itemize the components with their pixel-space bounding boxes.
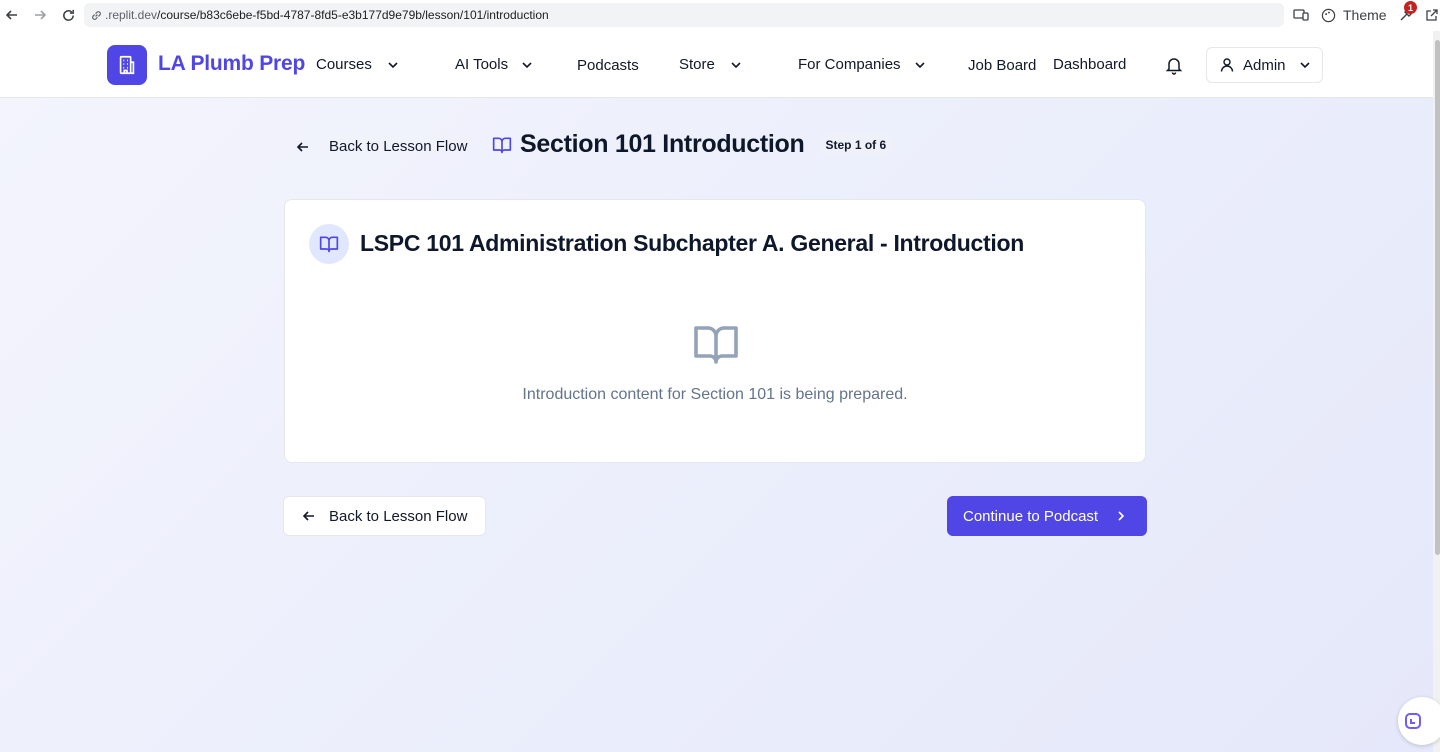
nav-job-board-label: Job Board xyxy=(968,57,1037,74)
bell-icon[interactable] xyxy=(1164,55,1184,75)
arrow-left-icon xyxy=(302,511,314,521)
nav-dashboard[interactable]: Dashboard xyxy=(1053,56,1126,73)
nav-store[interactable]: Store xyxy=(679,56,743,73)
chevron-down-icon xyxy=(388,61,398,68)
back-button-label: Back to Lesson Flow xyxy=(329,507,468,525)
nav-courses[interactable]: Courses xyxy=(316,56,400,73)
user-icon xyxy=(1220,58,1234,72)
link-icon xyxy=(92,10,101,20)
page-title: Section 101 Introduction xyxy=(520,130,805,158)
nav-ai-tools[interactable]: AI Tools xyxy=(455,56,534,73)
app-header: LA Plumb Prep Courses AI Tools Podcasts … xyxy=(0,31,1436,98)
back-to-lesson-flow-label: Back to Lesson Flow xyxy=(329,138,468,155)
arrow-left-icon xyxy=(296,141,308,152)
back-to-lesson-flow-link[interactable]: Back to Lesson Flow xyxy=(295,138,467,155)
notification-badge: 1 xyxy=(1404,1,1417,14)
nav-dashboard-label: Dashboard xyxy=(1053,56,1127,73)
book-open-icon xyxy=(309,224,349,264)
continue-button-label: Continue to Podcast xyxy=(963,507,1099,525)
chevron-down-icon xyxy=(914,61,925,68)
cast-icon[interactable] xyxy=(1292,6,1310,24)
continue-to-podcast-button[interactable]: Continue to Podcast xyxy=(947,496,1147,536)
nav-courses-label: Courses xyxy=(316,56,372,73)
nav-store-label: Store xyxy=(679,56,715,73)
empty-state-message: Introduction content for Section 101 is … xyxy=(522,386,908,403)
theme-label[interactable]: Theme xyxy=(1343,7,1387,23)
nav-podcasts-label: Podcasts xyxy=(577,57,639,74)
url-path: /course/b83c6ebe-f5bd-4787-8fd5-e3b177d9… xyxy=(157,8,549,22)
nav-ai-tools-label: AI Tools xyxy=(455,56,509,73)
chevron-down-icon xyxy=(731,61,741,68)
nav-for-companies[interactable]: For Companies xyxy=(798,56,927,73)
page-heading: Section 101 Introduction Step 1 of 6 xyxy=(492,130,896,159)
browser-toolbar: .replit.dev/course/b83c6ebe-f5bd-4787-8f… xyxy=(0,0,1440,31)
lesson-title: LSPC 101 Administration Subchapter A. Ge… xyxy=(360,230,1024,256)
back-arrow-icon[interactable] xyxy=(3,6,21,24)
user-menu-label: Admin xyxy=(1243,56,1286,74)
assistant-launcher-button[interactable] xyxy=(1398,697,1440,745)
external-link-icon[interactable] xyxy=(1423,6,1440,24)
step-badge: Step 1 of 6 xyxy=(816,133,896,156)
reload-icon[interactable] xyxy=(59,6,77,24)
address-bar[interactable]: .replit.dev/course/b83c6ebe-f5bd-4787-8f… xyxy=(84,3,1284,27)
palette-icon[interactable] xyxy=(1319,6,1337,24)
nav-job-board[interactable]: Job Board xyxy=(968,57,1036,74)
brand-name[interactable]: LA Plumb Prep xyxy=(158,52,305,76)
chevron-down-icon xyxy=(522,61,532,68)
user-menu-button[interactable]: Admin xyxy=(1206,47,1323,83)
url-host: .replit.dev xyxy=(105,8,158,22)
chevron-down-icon xyxy=(1299,62,1310,69)
chevron-right-icon xyxy=(1118,511,1125,521)
lesson-card: LSPC 101 Administration Subchapter A. Ge… xyxy=(284,199,1146,463)
assistant-icon xyxy=(1405,713,1421,729)
nav-for-companies-label: For Companies xyxy=(798,56,901,73)
book-open-icon xyxy=(492,137,512,153)
forward-arrow-icon[interactable] xyxy=(31,6,49,24)
building-logo-icon[interactable] xyxy=(107,45,147,85)
nav-podcasts[interactable]: Podcasts xyxy=(577,57,639,74)
book-open-placeholder-icon xyxy=(694,326,738,364)
back-to-lesson-flow-button[interactable]: Back to Lesson Flow xyxy=(283,496,486,536)
scrollbar-thumb[interactable] xyxy=(1435,40,1440,555)
